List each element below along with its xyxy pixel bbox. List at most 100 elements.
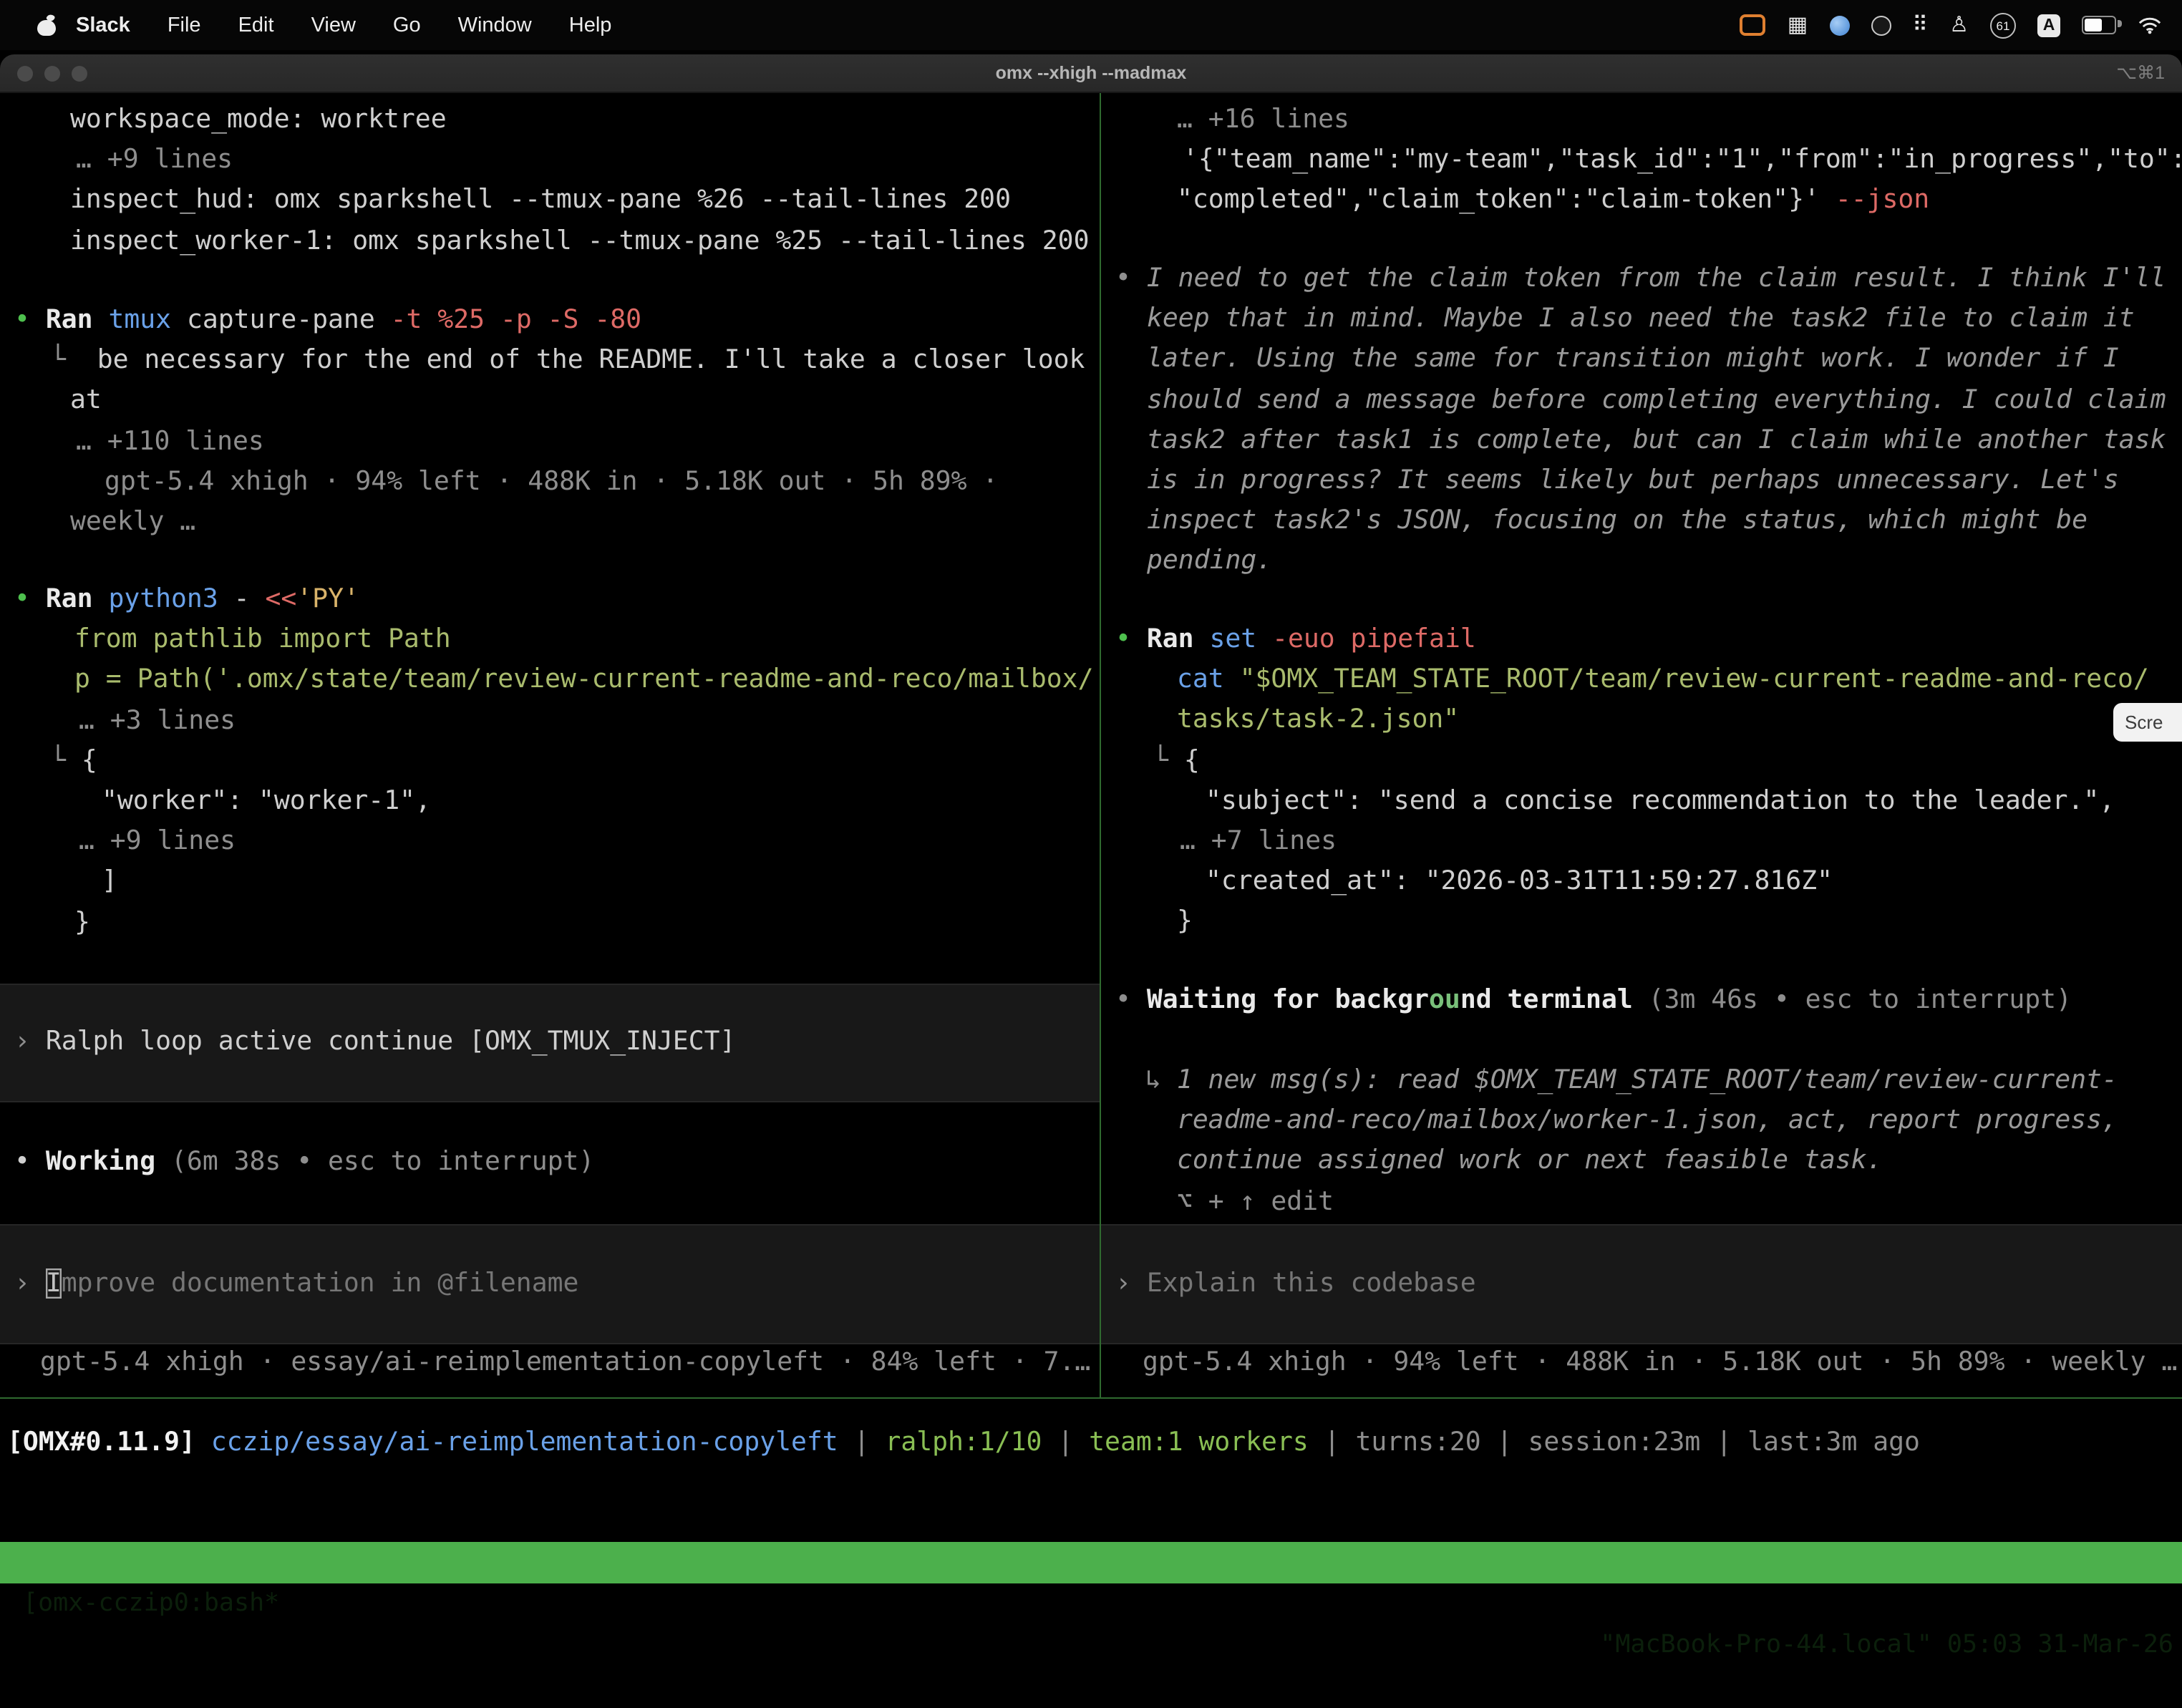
menu-item-view[interactable]: View <box>311 14 356 37</box>
prompt-input[interactable]: › Improve documentation in @filename <box>0 1224 1100 1344</box>
terminal-line: is in progress? It seems likely but perh… <box>1101 461 2182 501</box>
terminal-line: ↳ 1 new msg(s): read $OMX_TEAM_STATE_ROO… <box>1101 1061 2182 1101</box>
session-config-output: workspace_mode: worktree… +9 linesinspec… <box>0 100 1100 262</box>
text-segment: Waiting for backgr <box>1147 985 1429 1015</box>
text-segment: ⌥ + ↑ edit <box>1177 1186 1334 1216</box>
text-segment: ralph:1/10 <box>885 1427 1042 1457</box>
text-segment: … +110 lines <box>76 426 264 456</box>
ralph-loop-banner[interactable]: › Ralph loop active continue [OMX_TMUX_I… <box>0 984 1100 1102</box>
terminal-line: inspect_hud: omx sparkshell --tmux-pane … <box>0 181 1100 221</box>
text-segment: | <box>1042 1427 1089 1457</box>
terminal-line: … +9 lines <box>0 140 1100 180</box>
text-segment: } <box>1177 907 1193 937</box>
menu-app-name[interactable]: Slack <box>76 14 130 37</box>
text-segment: "worker": "worker-1", <box>102 786 431 816</box>
terminal-line: readme-and-reco/mailbox/worker-1.json, a… <box>1101 1101 2182 1141</box>
text-segment: python3 <box>108 584 233 614</box>
text-segment: • <box>1115 263 1147 293</box>
text-segment: readme-and-reco/mailbox/worker-1.json, a… <box>1177 1105 2118 1135</box>
text-segment: • <box>14 1147 46 1177</box>
text-segment: weekly … <box>70 507 195 537</box>
text-segment: (3m 46s • esc to interrupt) <box>1649 985 2072 1015</box>
tmux-status-bar: [omx-cczip0:bash* "MacBook-Pro-44.local"… <box>0 1542 2182 1583</box>
assistant-thinking: • I need to get the claim token from the… <box>1101 259 2182 582</box>
pane-divider-horizontal[interactable] <box>0 1397 2182 1399</box>
screen-recording-icon[interactable] <box>1740 14 1766 36</box>
text-segment: session:23m <box>1528 1427 1700 1457</box>
terminal-line: later. Using the same for transition mig… <box>1101 340 2182 380</box>
terminal-line: keep that in mind. Maybe I also need the… <box>1101 299 2182 339</box>
mailbox-notice: ↳ 1 new msg(s): read $OMX_TEAM_STATE_ROO… <box>1101 1061 2182 1223</box>
text-segment: inspect_worker-1: omx sparkshell --tmux-… <box>70 225 1090 256</box>
wifi-icon[interactable] <box>2138 16 2162 34</box>
text-segment: Ralph loop active continue [OMX_TMUX_INJ… <box>46 1027 736 1057</box>
terminal-line: at <box>0 382 1100 422</box>
terminal-line: p = Path('.omx/state/team/review-current… <box>0 661 1100 701</box>
terminal-line: • I need to get the claim token from the… <box>1101 259 2182 299</box>
left-pane[interactable]: workspace_mode: worktree… +9 linesinspec… <box>0 93 1100 1397</box>
terminal-line: ] <box>0 863 1100 903</box>
text-segment: … +16 lines <box>1177 105 1349 135</box>
text-segment: cat <box>1177 664 1240 694</box>
terminal-line: └ { <box>1101 741 2182 781</box>
terminal-line: ⌥ + ↑ edit <box>1101 1182 2182 1222</box>
terminal-line: inspect task2's JSON, focusing on the st… <box>1101 501 2182 541</box>
text-segment: gpt-5.4 xhigh · essay/ai-reimplementatio… <box>40 1347 1090 1377</box>
terminal-line: … +7 lines <box>1101 822 2182 862</box>
terminal-line: '{"team_name":"my-team","task_id":"1","f… <box>1101 140 2182 180</box>
gauge-61-icon[interactable]: 61 <box>1990 12 2016 38</box>
person-icon[interactable]: ♙ <box>1949 14 1969 36</box>
terminal-line: "subject": "send a concise recommendatio… <box>1101 782 2182 822</box>
text-segment: └ <box>50 345 97 375</box>
terminal-line: cat "$OMX_TEAM_STATE_ROOT/team/review-cu… <box>1101 660 2182 700</box>
model-status-line: gpt-5.4 xhigh · essay/ai-reimplementatio… <box>0 1343 1100 1383</box>
keyboard-layout-icon[interactable]: A <box>2037 14 2060 37</box>
apple-menu-icon[interactable] <box>37 14 56 36</box>
text-segment: › <box>14 1268 46 1299</box>
text-segment: Explain this codebase <box>1147 1268 1476 1299</box>
window-title-bar: omx --xhigh --madmax ⌥⌘1 <box>0 54 2182 93</box>
text-segment: | <box>1309 1427 1356 1457</box>
menu-item-file[interactable]: File <box>168 14 201 37</box>
waiting-status: • Waiting for background terminal (3m 46… <box>1101 981 2182 1021</box>
terminal-line: inspect_worker-1: omx sparkshell --tmux-… <box>0 221 1100 261</box>
text-segment: inspect_hud: omx sparkshell --tmux-pane … <box>70 185 1011 215</box>
screenshot-thumbnail[interactable]: Scre <box>2113 703 2182 742</box>
text-segment: • <box>14 584 46 614</box>
menu-item-window[interactable]: Window <box>458 14 532 37</box>
text-segment: "subject": "send a concise recommendatio… <box>1206 786 2115 816</box>
battery-icon[interactable] <box>2082 16 2116 34</box>
right-pane[interactable]: … +16 lines '{"team_name":"my-team","task… <box>1101 93 2182 1397</box>
text-segment: "completed","claim_token":"claim-token"}… <box>1177 185 1836 215</box>
window-shortcut-badge: ⌥⌘1 <box>2116 54 2165 92</box>
dots-grid-icon[interactable]: ⠿ <box>1912 14 1928 36</box>
text-segment: I need to get the claim token from the c… <box>1147 263 2166 293</box>
text-segment: << <box>265 584 296 614</box>
omx-status-line: [OMX#0.11.9] cczip/essay/ai-reimplementa… <box>7 1423 1920 1463</box>
text-segment: › <box>14 1027 46 1057</box>
text-segment: --json <box>1836 185 1929 215</box>
menu-item-edit[interactable]: Edit <box>238 14 274 37</box>
text-segment: is in progress? It seems likely but perh… <box>1147 465 2119 495</box>
text-segment: … +7 lines <box>1180 826 1337 856</box>
blue-app-icon[interactable] <box>1829 15 1849 35</box>
text-segment <box>1633 985 1649 1015</box>
prompt-input[interactable]: › Explain this codebase <box>1101 1224 2182 1344</box>
grid-icon[interactable]: ▦ <box>1788 14 1808 36</box>
ran-python3-block: • Ran python3 - <<'PY'from pathlib impor… <box>0 580 1100 943</box>
text-segment: | <box>838 1427 886 1457</box>
dark-circle-app-icon[interactable] <box>1871 15 1891 35</box>
command-tail-output: … +16 lines '{"team_name":"my-team","task… <box>1101 100 2182 221</box>
text-segment: ou <box>1429 985 1460 1015</box>
menu-item-help[interactable]: Help <box>569 14 612 37</box>
text-segment: nd terminal <box>1460 985 1633 1015</box>
terminal-line: } <box>1101 903 2182 943</box>
terminal-line: "completed","claim_token":"claim-token"}… <box>1101 181 2182 221</box>
text-segment: › <box>1115 1268 1147 1299</box>
terminal-line: gpt-5.4 xhigh · 94% left · 488K in · 5.1… <box>1101 1343 2182 1383</box>
text-segment: … +3 lines <box>79 705 236 735</box>
text-segment: Ran <box>1147 624 1210 654</box>
terminal-line: task2 after task1 is complete, but can I… <box>1101 421 2182 461</box>
menu-item-go[interactable]: Go <box>393 14 421 37</box>
terminal-line: continue assigned work or next feasible … <box>1101 1142 2182 1182</box>
